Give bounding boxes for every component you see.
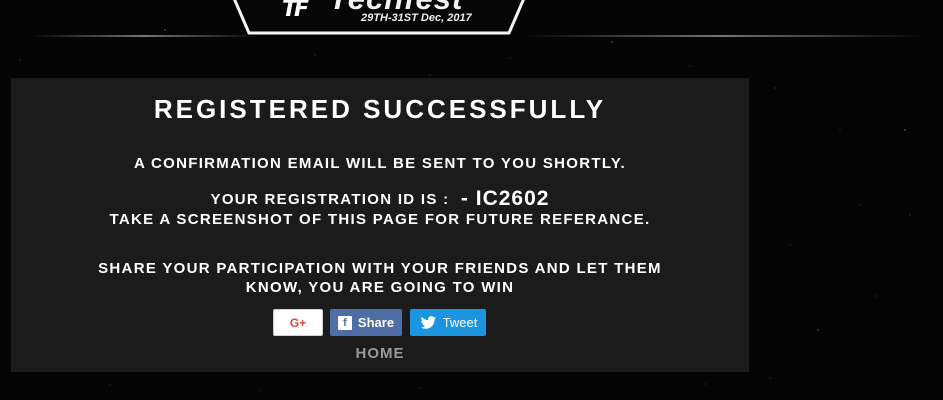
registration-success-card: REGISTERED SUCCESSFULLY A CONFIRMATION E…	[11, 78, 749, 372]
confirmation-email-text: A CONFIRMATION EMAIL WILL BE SENT TO YOU…	[133, 155, 627, 172]
twitter-icon	[420, 315, 436, 329]
social-share-row: G+ f Share Tweet	[273, 309, 523, 336]
google-plus-button[interactable]: G+	[273, 309, 323, 336]
home-link[interactable]: HOME	[11, 345, 749, 362]
facebook-share-label: Share	[357, 315, 395, 330]
header-line-left	[30, 35, 260, 37]
event-dates: 29TH-31ST Dec, 2017	[361, 12, 472, 24]
techfest-logo-mark: TF	[282, 0, 309, 22]
share-message-line-1: SHARE YOUR PARTICIPATION WITH YOUR FRIEN…	[98, 260, 662, 277]
registration-id-value: - IC2602	[460, 187, 550, 210]
site-header: TF Techfest 29TH-31ST Dec, 2017	[0, 0, 943, 42]
registration-id-label: YOUR REGISTRATION ID IS :	[210, 191, 450, 208]
tweet-button[interactable]: Tweet	[410, 309, 486, 336]
registration-id-line: YOUR REGISTRATION ID IS : - IC2602	[11, 186, 749, 212]
share-message-line-2: KNOW, YOU ARE GOING TO WIN	[245, 279, 515, 296]
facebook-share-button[interactable]: f Share	[330, 309, 402, 336]
success-title: REGISTERED SUCCESSFULLY	[153, 94, 607, 124]
tweet-label: Tweet	[442, 315, 478, 330]
google-plus-icon: G+	[289, 315, 307, 330]
facebook-icon: f	[337, 315, 352, 330]
screenshot-reminder: TAKE A SCREENSHOT OF THIS PAGE FOR FUTUR…	[109, 211, 651, 228]
header-line-right	[523, 35, 923, 37]
